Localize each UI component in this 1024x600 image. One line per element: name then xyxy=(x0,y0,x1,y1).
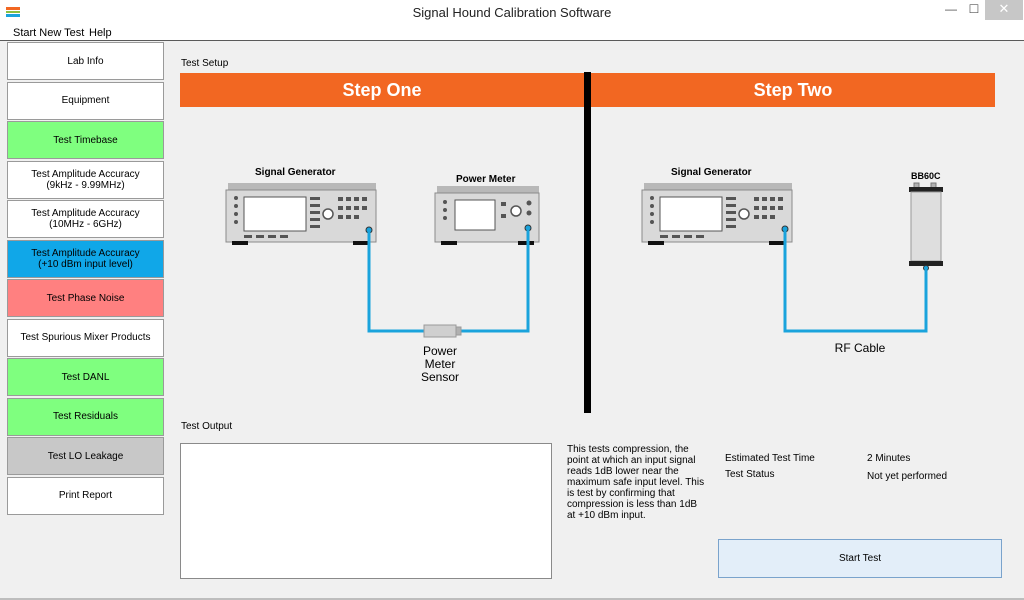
test-description: This tests compression, the point at whi… xyxy=(567,444,705,521)
test-output-box[interactable] xyxy=(180,443,552,579)
signal-generator-2-icon xyxy=(641,183,793,245)
test-output-label: Test Output xyxy=(181,421,233,432)
sensor-caption-line-3: Sensor xyxy=(420,370,460,384)
bb60c-label: BB60C xyxy=(911,171,941,181)
bb60c-device-icon xyxy=(909,182,943,271)
rf-cable-caption: RF Cable xyxy=(834,341,886,355)
power-meter-sensor-caption: Power Meter Sensor xyxy=(414,345,466,384)
test-status-label: Test Status xyxy=(725,469,775,480)
estimated-test-time-label: Estimated Test Time xyxy=(725,453,815,464)
signal-generator-1-label: Signal Generator xyxy=(255,167,336,178)
signal-generator-1-icon xyxy=(225,183,377,245)
power-meter-label: Power Meter xyxy=(456,174,516,185)
start-test-button[interactable]: Start Test xyxy=(718,539,1002,578)
cable-step-two xyxy=(783,230,928,333)
power-meter-icon xyxy=(434,186,540,245)
power-sensor-icon xyxy=(423,324,462,338)
test-status-value: Not yet performed xyxy=(867,471,948,482)
estimated-test-time-value: 2 Minutes xyxy=(867,453,911,464)
cable-step-one xyxy=(367,231,424,333)
cable-power-meter xyxy=(460,229,530,333)
signal-generator-2-label: Signal Generator xyxy=(671,167,752,178)
